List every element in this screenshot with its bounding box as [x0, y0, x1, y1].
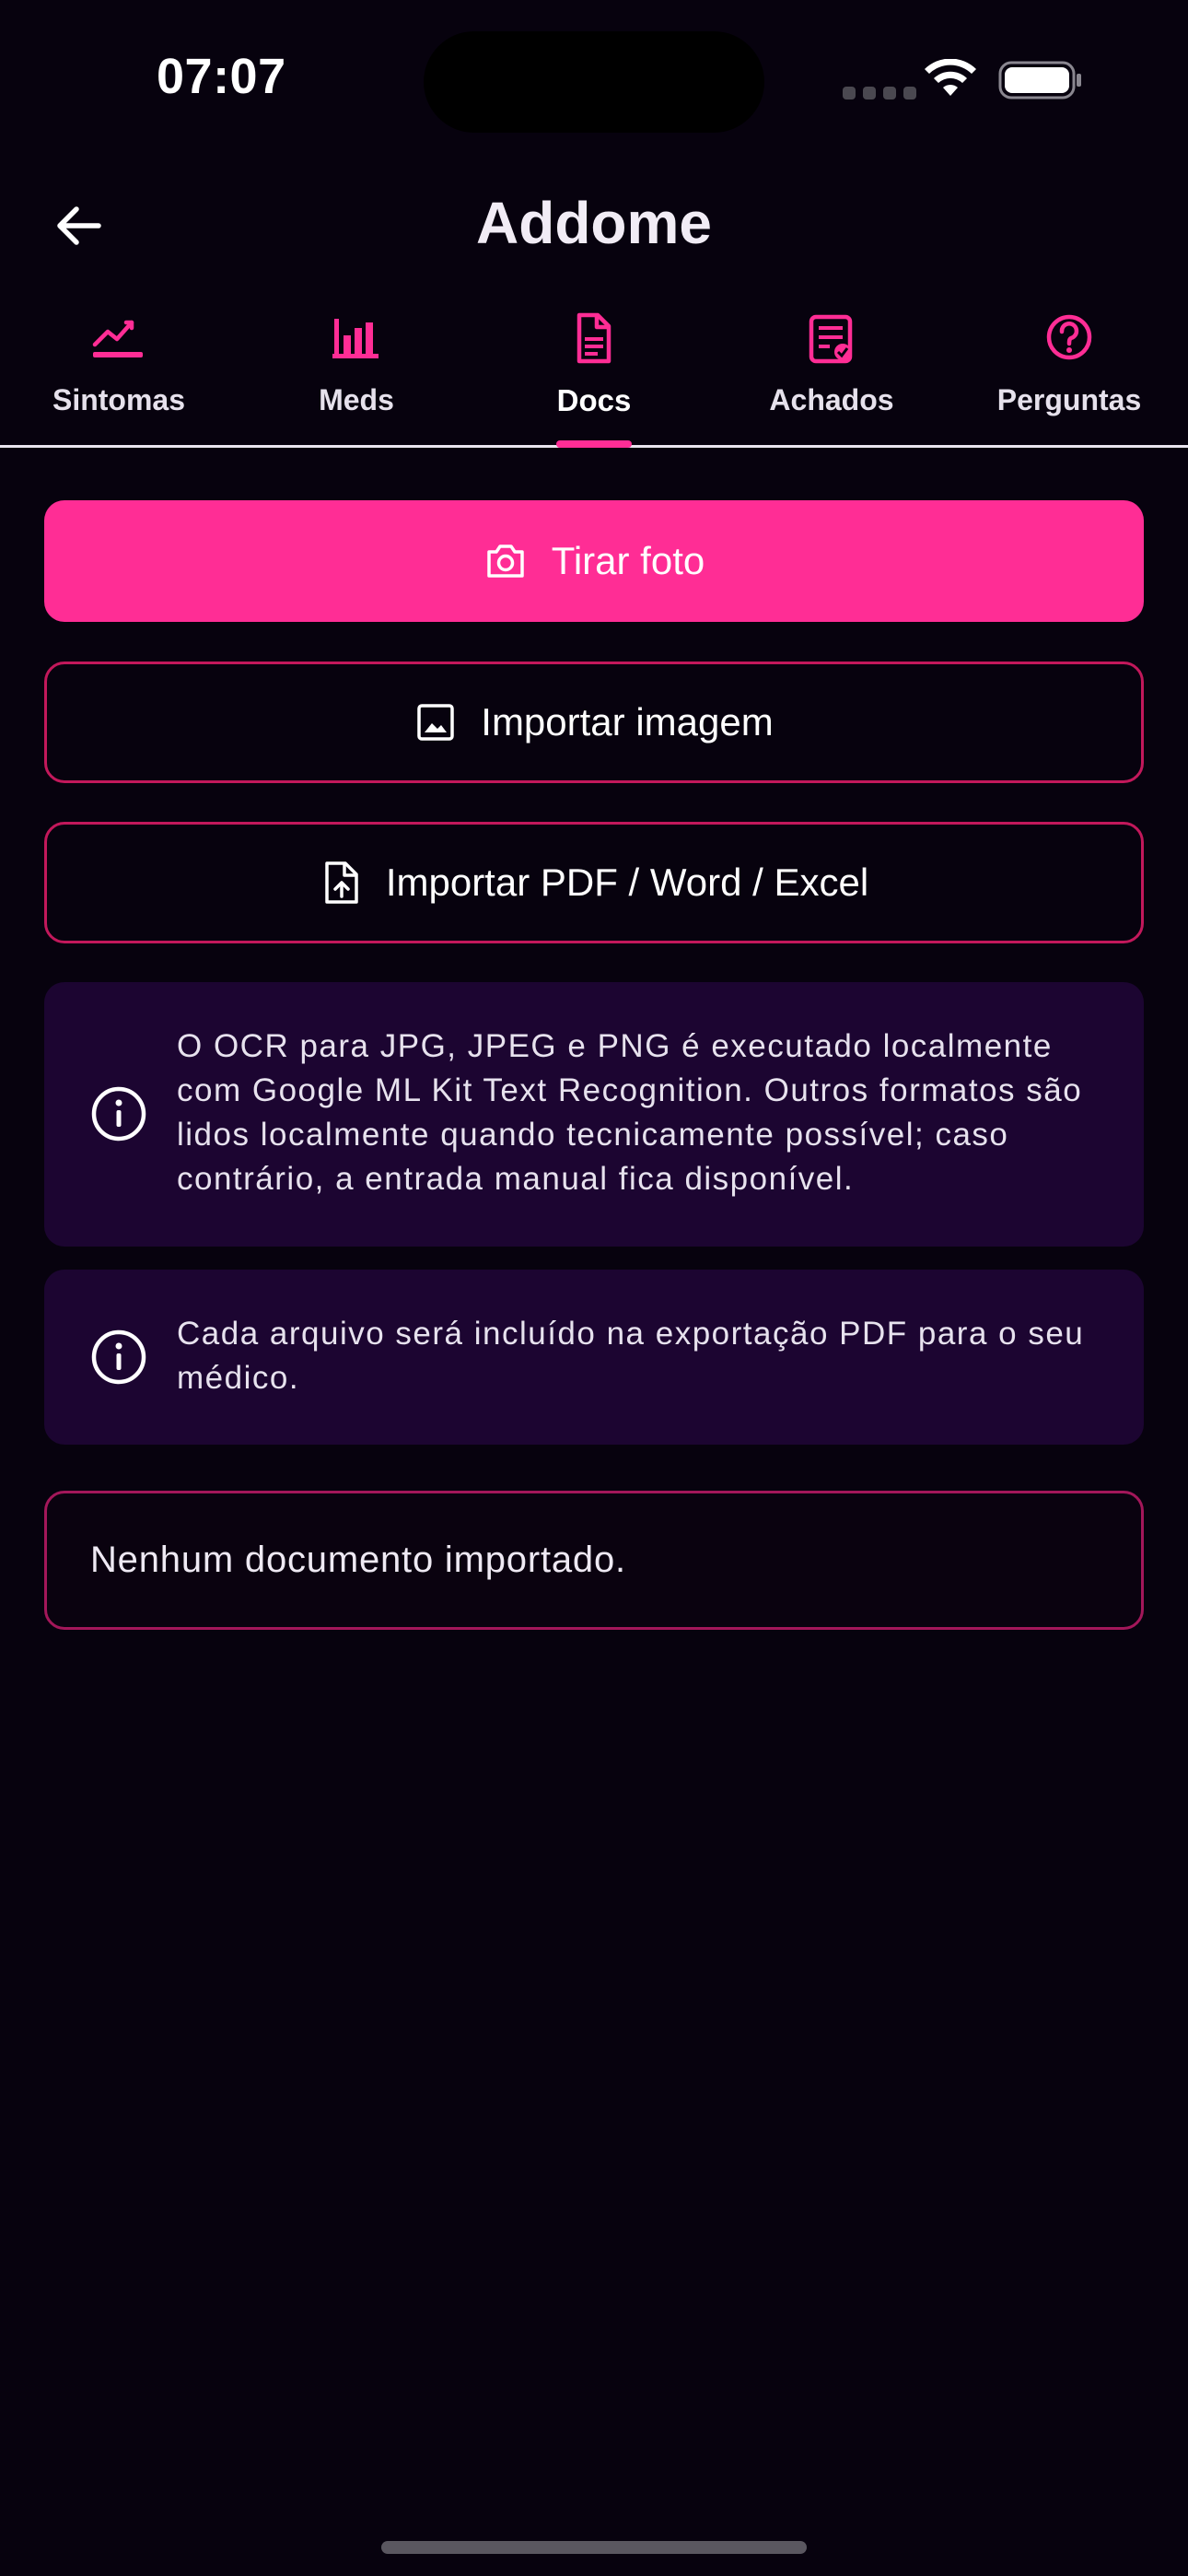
tab-perguntas[interactable]: Perguntas	[950, 304, 1188, 445]
ocr-info-text: O OCR para JPG, JPEG e PNG é executado l…	[177, 1028, 1083, 1197]
status-time: 07:07	[157, 49, 286, 104]
battery-icon	[998, 61, 1081, 100]
import-document-button[interactable]: Importar PDF / Word / Excel	[44, 822, 1144, 943]
tab-label: Achados	[769, 383, 894, 416]
info-icon	[91, 1086, 146, 1142]
tab-achados[interactable]: Achados	[713, 304, 950, 445]
file-upload-icon	[325, 861, 358, 904]
help-circle-icon	[1046, 314, 1092, 360]
export-info-text: Cada arquivo será incluído na exportação…	[177, 1316, 1085, 1396]
take-photo-button[interactable]: Tirar foto	[44, 500, 1144, 622]
page-title: Addome	[476, 190, 712, 256]
tab-meds[interactable]: Meds	[238, 304, 475, 445]
tab-label: Sintomas	[52, 383, 186, 416]
wifi-icon	[925, 59, 976, 96]
import-image-button[interactable]: Importar imagem	[44, 662, 1144, 783]
info-icon	[91, 1329, 146, 1385]
tab-label: Meds	[319, 383, 394, 416]
take-photo-label: Tirar foto	[551, 539, 705, 582]
tab-label: Docs	[556, 383, 632, 417]
dynamic-island	[424, 31, 764, 133]
bar-chart-icon	[332, 319, 379, 358]
import-document-label: Importar PDF / Word / Excel	[385, 861, 869, 904]
tab-bar: Sintomas Meds Docs Achados Perguntas	[0, 304, 1188, 448]
trend-chart-icon	[92, 320, 143, 357]
clipboard-check-icon	[809, 314, 853, 364]
active-tab-indicator	[556, 440, 632, 448]
tab-docs[interactable]: Docs	[475, 304, 713, 445]
import-image-label: Importar imagem	[481, 700, 774, 744]
tab-sintomas[interactable]: Sintomas	[0, 304, 238, 445]
tab-label: Perguntas	[996, 383, 1142, 416]
empty-message: Nenhum documento importado.	[90, 1540, 626, 1580]
document-icon	[577, 312, 611, 364]
docs-screen: 07:07 Addome Sintomas Meds Docs Achados …	[0, 0, 1188, 2576]
home-indicator[interactable]	[381, 2541, 807, 2554]
cellular-signal-icon	[843, 87, 916, 100]
documents-empty-state: Nenhum documento importado.	[44, 1491, 1144, 1630]
image-icon	[417, 704, 455, 741]
camera-icon	[487, 544, 524, 578]
